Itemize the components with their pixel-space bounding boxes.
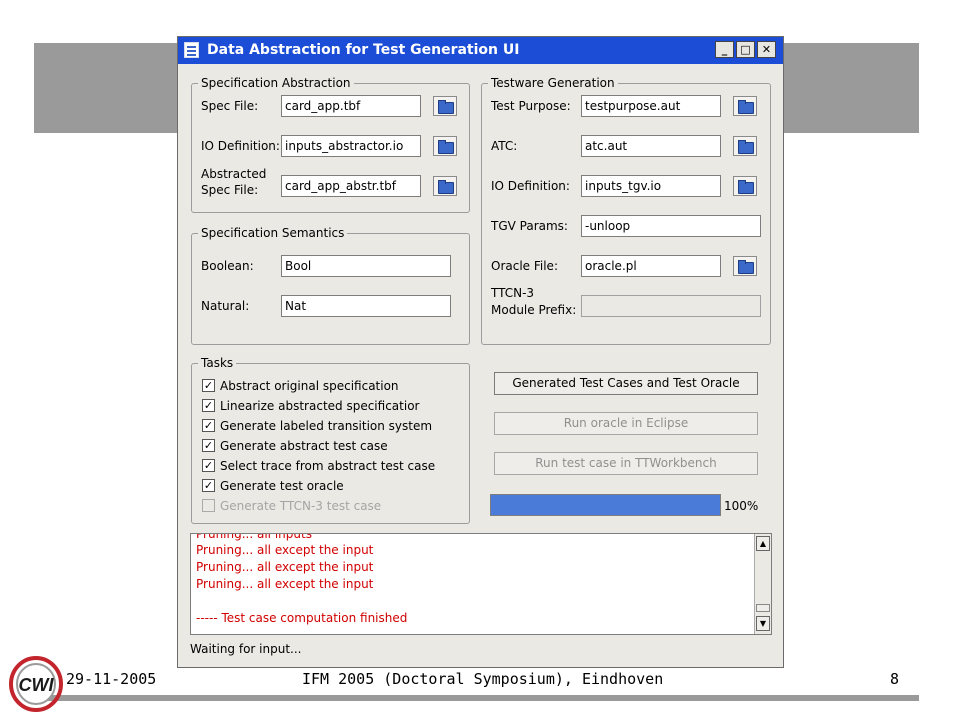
task-label: Select trace from abstract test case: [220, 459, 436, 473]
footer-page-number: 8: [890, 670, 900, 688]
test-purpose-input[interactable]: testpurpose.aut: [581, 95, 721, 117]
generate-test-cases-button[interactable]: Generated Test Cases and Test Oracle: [494, 372, 758, 395]
abstracted-label-line2: Spec File:: [201, 183, 259, 197]
testware-legend: Testware Generation: [488, 76, 618, 90]
task-label: Generate test oracle: [220, 479, 344, 493]
ttcn-label-line1: TTCN-3: [491, 286, 535, 300]
test-purpose-label: Test Purpose:: [491, 99, 571, 113]
run-test-case-button[interactable]: Run test case in TTWorkbench: [494, 452, 758, 475]
tgv-params-input[interactable]: -unloop: [581, 215, 761, 237]
checkbox[interactable]: ✓: [202, 419, 215, 432]
tgv-params-label: TGV Params:: [491, 219, 568, 233]
log-line: Pruning... all except the input: [196, 577, 374, 591]
boolean-input[interactable]: Bool: [281, 255, 451, 277]
progress-fill: [491, 495, 720, 515]
progress-percent: 100%: [724, 499, 759, 513]
io-definition-label: IO Definition:: [201, 139, 280, 153]
progress-bar: [490, 494, 721, 516]
boolean-label: Boolean:: [201, 259, 254, 273]
status-text: Waiting for input...: [190, 642, 302, 656]
task-label: Abstract original specification: [220, 379, 399, 393]
title-bar[interactable]: Data Abstraction for Test Generation UI …: [178, 37, 783, 64]
log-line: Pruning... all except the input: [196, 543, 374, 557]
test-purpose-browse-icon[interactable]: [733, 96, 757, 116]
spec-abstraction-legend: Specification Abstraction: [198, 76, 354, 90]
ttcn-label-line2: Module Prefix:: [491, 303, 577, 317]
testware-generation-group: Testware Generation Test Purpose: testpu…: [481, 76, 771, 345]
checkbox[interactable]: [202, 499, 215, 512]
oracle-file-input[interactable]: oracle.pl: [581, 255, 721, 277]
scroll-thumb[interactable]: [756, 604, 770, 612]
tasks-legend: Tasks: [198, 356, 237, 370]
footer-band: [34, 695, 919, 701]
checkbox[interactable]: ✓: [202, 399, 215, 412]
spec-abstraction-group: Specification Abstraction Spec File: car…: [191, 76, 470, 213]
atc-browse-icon[interactable]: [733, 136, 757, 156]
task-label: Generate abstract test case: [220, 439, 388, 453]
task-label: Generate labeled transition system: [220, 419, 433, 433]
io-definition-input[interactable]: inputs_abstractor.io: [281, 135, 421, 157]
scroll-up-icon[interactable]: ▲: [756, 536, 770, 551]
atc-label: ATC:: [491, 139, 518, 153]
abstracted-label-line1: Abstracted: [201, 167, 267, 181]
natural-input[interactable]: Nat: [281, 295, 451, 317]
maximize-button[interactable]: □: [736, 41, 755, 58]
oracle-file-label: Oracle File:: [491, 259, 558, 273]
cwi-logo: CWI: [9, 656, 63, 712]
minimize-button[interactable]: _: [715, 41, 734, 58]
app-window: Data Abstraction for Test Generation UI …: [177, 36, 784, 668]
spec-semantics-legend: Specification Semantics: [198, 226, 348, 240]
spec-file-browse-icon[interactable]: [433, 96, 457, 116]
app-icon: [184, 42, 199, 58]
checkbox[interactable]: ✓: [202, 439, 215, 452]
tgv-io-definition-input[interactable]: inputs_tgv.io: [581, 175, 721, 197]
abstracted-spec-file-input[interactable]: card_app_abstr.tbf: [281, 175, 421, 197]
tasks-group: Tasks ✓ Abstract original specification …: [191, 356, 470, 524]
close-button[interactable]: ✕: [757, 41, 776, 58]
ttcn-module-prefix-input[interactable]: [581, 295, 761, 317]
log-scrollbar[interactable]: ▲ ▼: [754, 534, 771, 634]
tgv-io-definition-browse-icon[interactable]: [733, 176, 757, 196]
spec-file-label: Spec File:: [201, 99, 259, 113]
log-output[interactable]: Pruning... all inputs Pruning... all exc…: [190, 533, 772, 635]
spec-file-input[interactable]: card_app.tbf: [281, 95, 421, 117]
atc-input[interactable]: atc.aut: [581, 135, 721, 157]
logo-text: CWI: [19, 675, 55, 695]
log-line: Pruning... all inputs: [196, 533, 312, 541]
tgv-io-definition-label: IO Definition:: [491, 179, 570, 193]
footer-event: IFM 2005 (Doctoral Symposium), Eindhoven: [302, 670, 664, 688]
abstracted-spec-browse-icon[interactable]: [433, 176, 457, 196]
checkbox[interactable]: ✓: [202, 459, 215, 472]
task-label: Generate TTCN-3 test case: [220, 499, 382, 513]
io-definition-browse-icon[interactable]: [433, 136, 457, 156]
checkbox[interactable]: ✓: [202, 479, 215, 492]
log-line: Pruning... all except the input: [196, 560, 374, 574]
task-label: Linearize abstracted specificatior: [220, 399, 420, 413]
scroll-down-icon[interactable]: ▼: [756, 616, 770, 631]
natural-label: Natural:: [201, 299, 250, 313]
checkbox[interactable]: ✓: [202, 379, 215, 392]
log-line: ----- Test case computation finished: [196, 611, 408, 625]
spec-semantics-group: Specification Semantics Boolean: Bool Na…: [191, 226, 470, 345]
run-oracle-button[interactable]: Run oracle in Eclipse: [494, 412, 758, 435]
oracle-file-browse-icon[interactable]: [733, 256, 757, 276]
window-title: Data Abstraction for Test Generation UI: [207, 42, 520, 58]
footer-date: 29-11-2005: [66, 670, 157, 688]
